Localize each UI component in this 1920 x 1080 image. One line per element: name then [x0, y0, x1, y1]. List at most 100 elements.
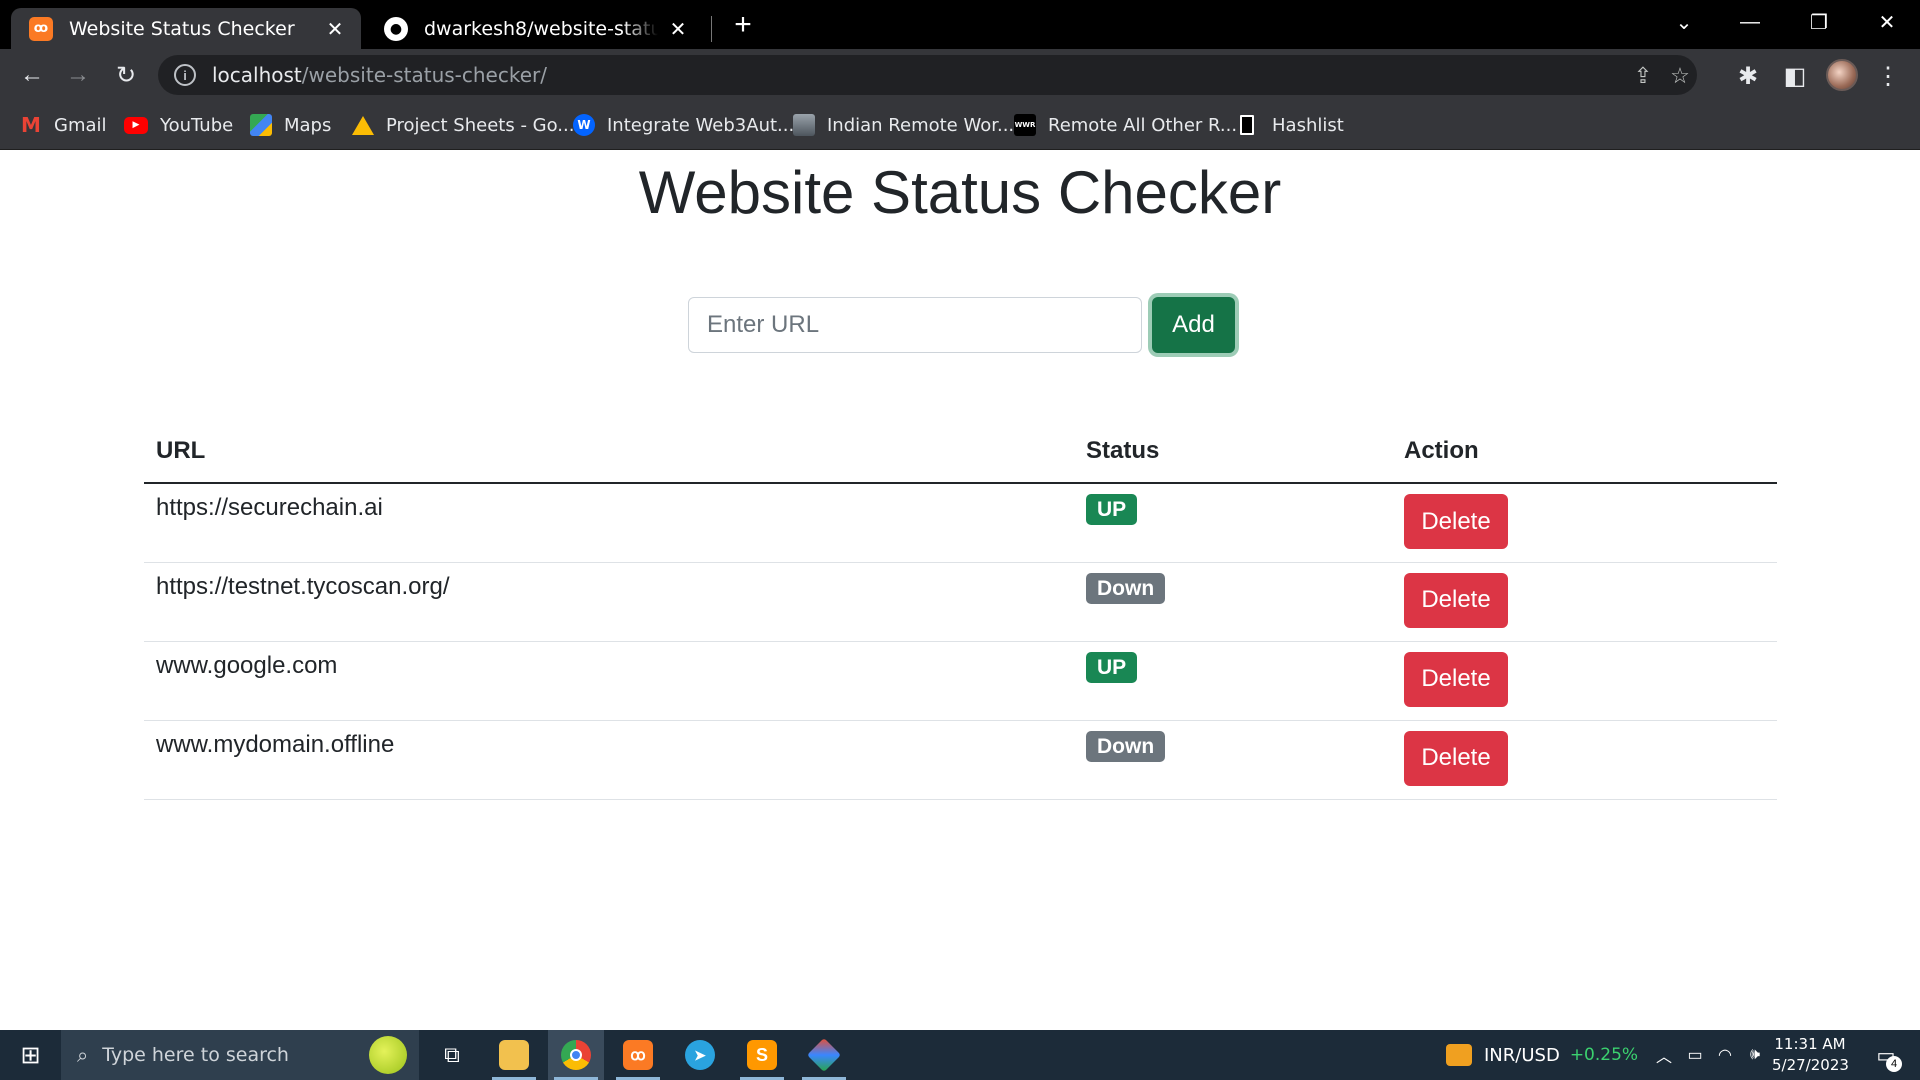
- taskbar-chrome[interactable]: [548, 1030, 604, 1080]
- bookmark-youtube[interactable]: ▶ YouTube: [124, 113, 233, 137]
- bookmark-hashlist[interactable]: Hashlist: [1236, 113, 1344, 137]
- bookmark-label: Indian Remote Wor...: [827, 114, 1015, 136]
- ticker-change: +0.25%: [1569, 1045, 1639, 1065]
- bookmark-label: Maps: [284, 114, 332, 136]
- taskbar-file-explorer[interactable]: [486, 1030, 542, 1080]
- task-view-icon[interactable]: ⧉: [432, 1030, 472, 1080]
- search-icon: ⌕: [77, 1043, 89, 1067]
- tab-title: Website Status Checker: [69, 17, 295, 40]
- delete-button[interactable]: Delete: [1404, 572, 1508, 628]
- url-input[interactable]: [688, 297, 1142, 353]
- status-badge: Down: [1086, 730, 1166, 762]
- side-panel-icon[interactable]: ◧: [1780, 61, 1810, 91]
- page-title: Website Status Checker: [638, 159, 1282, 226]
- bookmark-label: Integrate Web3Aut...: [607, 114, 795, 136]
- bookmark-label: Remote All Other R...: [1048, 114, 1238, 136]
- status-table: URL Status Action https://securechain.ai…: [144, 420, 1777, 800]
- reload-icon[interactable]: ↻: [110, 59, 142, 91]
- bookmark-project-sheets[interactable]: Project Sheets - Go...: [352, 113, 574, 137]
- bookmark-label: Hashlist: [1272, 114, 1344, 136]
- delete-button[interactable]: Delete: [1404, 494, 1508, 549]
- web3auth-icon: W: [573, 114, 595, 136]
- row-url: www.mydomain.offline: [144, 720, 1074, 800]
- file-explorer-icon: [499, 1040, 529, 1070]
- site-info-icon[interactable]: i: [174, 64, 196, 86]
- status-badge: Down: [1086, 572, 1166, 604]
- xampp-icon: ꝏ: [623, 1040, 653, 1070]
- bookmark-label: Gmail: [54, 114, 107, 136]
- windows-taskbar: ⊞ ⌕ Type here to search ⧉ ꝏ ➤ S INR/USD …: [0, 1030, 1920, 1080]
- taskbar-search-box[interactable]: ⌕ Type here to search: [61, 1030, 419, 1080]
- close-window-icon[interactable]: ✕: [1865, 6, 1909, 38]
- close-tab-icon[interactable]: ✕: [323, 17, 347, 41]
- delete-button[interactable]: Delete: [1404, 651, 1508, 707]
- restore-icon[interactable]: ❐: [1797, 6, 1841, 38]
- tab-title: dwarkesh8/website-status-checker: [424, 17, 658, 40]
- address-url: localhost/website-status-checker/: [212, 63, 547, 87]
- table-row: https://testnet.tycoscan.org/ Down Delet…: [144, 562, 1777, 642]
- row-url: https://testnet.tycoscan.org/: [144, 562, 1074, 642]
- status-badge: UP: [1086, 494, 1138, 525]
- currency-icon: [1446, 1044, 1472, 1066]
- new-tab-icon[interactable]: +: [728, 8, 758, 41]
- add-button[interactable]: Add: [1152, 297, 1235, 353]
- profile-avatar[interactable]: [1826, 59, 1858, 91]
- chrome-icon: [561, 1040, 591, 1070]
- table-header-row: URL Status Action: [144, 420, 1777, 484]
- column-header-status: Status: [1074, 420, 1392, 484]
- tennis-search-highlight-icon: [369, 1036, 407, 1074]
- gmail-icon: M: [21, 113, 41, 137]
- battery-icon[interactable]: ▭: [1682, 1030, 1708, 1080]
- bookmark-remote-all-other[interactable]: WWR Remote All Other R...: [1014, 113, 1237, 137]
- tab-search-icon[interactable]: ⌄: [1662, 6, 1706, 38]
- share-icon[interactable]: ⇪: [1630, 63, 1656, 89]
- xampp-icon: ꝏ: [29, 16, 53, 41]
- taskbar-clock[interactable]: 11:31 AM 5/27/2023: [1772, 1034, 1849, 1076]
- github-icon: ●: [384, 16, 408, 41]
- delete-button[interactable]: Delete: [1404, 730, 1508, 786]
- taskbar-git[interactable]: [796, 1030, 852, 1080]
- taskbar-xampp[interactable]: ꝏ: [610, 1030, 666, 1080]
- youtube-icon: ▶: [124, 116, 148, 134]
- tab-website-status-checker[interactable]: ꝏ Website Status Checker ✕: [11, 8, 361, 49]
- telegram-icon: ➤: [685, 1040, 715, 1070]
- extensions-puzzle-icon[interactable]: ✱: [1733, 61, 1763, 91]
- back-arrow-icon[interactable]: ←: [16, 59, 48, 91]
- menu-kebab-icon[interactable]: ⋮: [1873, 61, 1903, 91]
- bookmark-indian-remote[interactable]: Indian Remote Wor...: [793, 113, 1014, 137]
- table-row: www.google.com UP Delete: [144, 641, 1777, 721]
- maps-icon: [250, 114, 272, 136]
- volume-icon[interactable]: 🕪: [1742, 1030, 1768, 1080]
- ticker-label: INR/USD: [1484, 1044, 1560, 1066]
- tab-github[interactable]: ● dwarkesh8/website-status-checker ✕: [366, 8, 704, 49]
- close-tab-icon[interactable]: ✕: [666, 17, 690, 41]
- bookmark-label: YouTube: [160, 114, 234, 136]
- windows-start-icon[interactable]: ⊞: [0, 1030, 61, 1080]
- bookmark-gmail[interactable]: M Gmail: [20, 113, 107, 137]
- wwr-icon: WWR: [1014, 114, 1036, 136]
- row-url: www.google.com: [144, 641, 1074, 721]
- google-drive-icon: [352, 115, 374, 135]
- forward-arrow-icon[interactable]: →: [62, 59, 94, 91]
- row-url: https://securechain.ai: [144, 483, 1074, 563]
- minimize-icon[interactable]: —: [1728, 6, 1772, 38]
- hashlist-icon: [1240, 115, 1254, 135]
- taskbar-telegram[interactable]: ➤: [672, 1030, 728, 1080]
- status-badge: UP: [1086, 651, 1138, 683]
- profile-photo-icon: [793, 114, 815, 136]
- clock-time: 11:31 AM: [1774, 1035, 1846, 1053]
- sublime-text-icon: S: [747, 1040, 777, 1070]
- column-header-action: Action: [1392, 420, 1777, 484]
- bookmark-web3auth[interactable]: W Integrate Web3Aut...: [573, 113, 794, 137]
- wifi-icon[interactable]: ◠: [1712, 1030, 1738, 1080]
- clock-date: 5/27/2023: [1772, 1056, 1849, 1074]
- notification-count-badge: 4: [1886, 1056, 1902, 1072]
- show-hidden-icons-chevron-icon[interactable]: ︿: [1652, 1030, 1676, 1080]
- ticker-widget[interactable]: INR/USD +0.25%: [1446, 1030, 1638, 1080]
- bookmark-star-icon[interactable]: ☆: [1667, 63, 1693, 89]
- taskbar-sublime-text[interactable]: S: [734, 1030, 790, 1080]
- address-bar[interactable]: i localhost/website-status-checker/ ⇪ ☆: [158, 55, 1697, 95]
- bookmark-maps[interactable]: Maps: [250, 113, 331, 137]
- bookmarks-bar: M Gmail ▶ YouTube Maps Project Sheets - …: [0, 101, 1920, 150]
- notifications-icon[interactable]: ▭ 4: [1866, 1030, 1906, 1080]
